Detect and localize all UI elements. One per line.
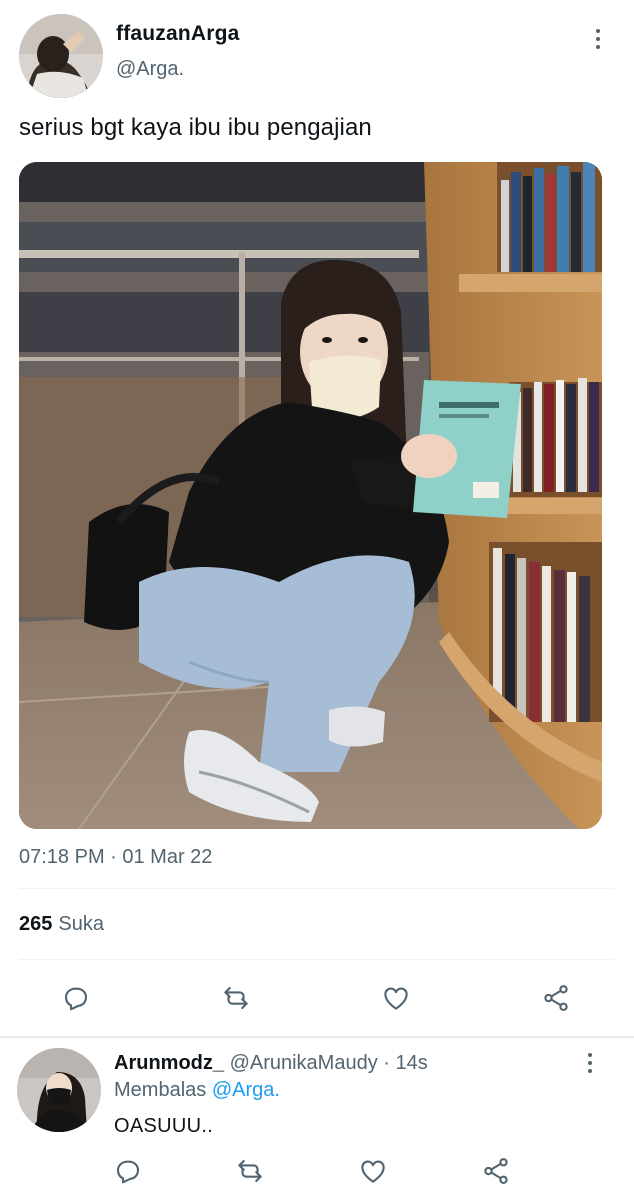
replying-to: Membalas @Arga. — [114, 1079, 280, 1102]
replying-to-mention[interactable]: @Arga. — [212, 1079, 280, 1101]
reply-header: Arunmodz_ @ArunikaMaudy · 14s — [114, 1052, 428, 1075]
divider — [19, 959, 614, 960]
section-separator — [0, 1036, 634, 1038]
tweet-timestamp: 07:18 PM · 01 Mar 22 — [19, 846, 213, 868]
author-display-name[interactable]: ffauzanArga — [116, 22, 240, 46]
retweet-icon[interactable] — [218, 980, 254, 1016]
reply-handle-time[interactable]: @ArunikaMaudy · 14s — [230, 1052, 428, 1074]
replying-to-label: Membalas — [114, 1079, 207, 1101]
reply-display-name[interactable]: Arunmodz_ — [114, 1052, 224, 1074]
reply-icon[interactable] — [58, 980, 94, 1016]
reply-share-icon[interactable] — [478, 1153, 514, 1189]
divider — [19, 888, 614, 889]
reply-reply-icon[interactable] — [110, 1153, 146, 1189]
tweet-detail-screen: ffauzanArga @Arga. serius bgt kaya ibu i… — [0, 0, 634, 1200]
reply-retweet-icon[interactable] — [232, 1153, 268, 1189]
more-options-icon[interactable] — [588, 26, 608, 54]
reply-text: OASUUU.. — [114, 1115, 214, 1137]
author-avatar[interactable] — [19, 14, 103, 98]
tweet-text: serius bgt kaya ibu ibu pengajian — [19, 114, 372, 141]
like-count-label: Suka — [58, 913, 104, 935]
like-count[interactable]: 265 Suka — [19, 913, 104, 936]
like-count-number: 265 — [19, 913, 53, 935]
author-handle[interactable]: @Arga. — [116, 58, 184, 81]
reply-more-options-icon[interactable] — [580, 1050, 600, 1078]
reply-author-avatar[interactable] — [17, 1048, 101, 1132]
share-icon[interactable] — [538, 980, 574, 1016]
tweet-photo[interactable] — [19, 162, 602, 829]
reply-like-icon[interactable] — [355, 1153, 391, 1189]
like-icon[interactable] — [378, 980, 414, 1016]
